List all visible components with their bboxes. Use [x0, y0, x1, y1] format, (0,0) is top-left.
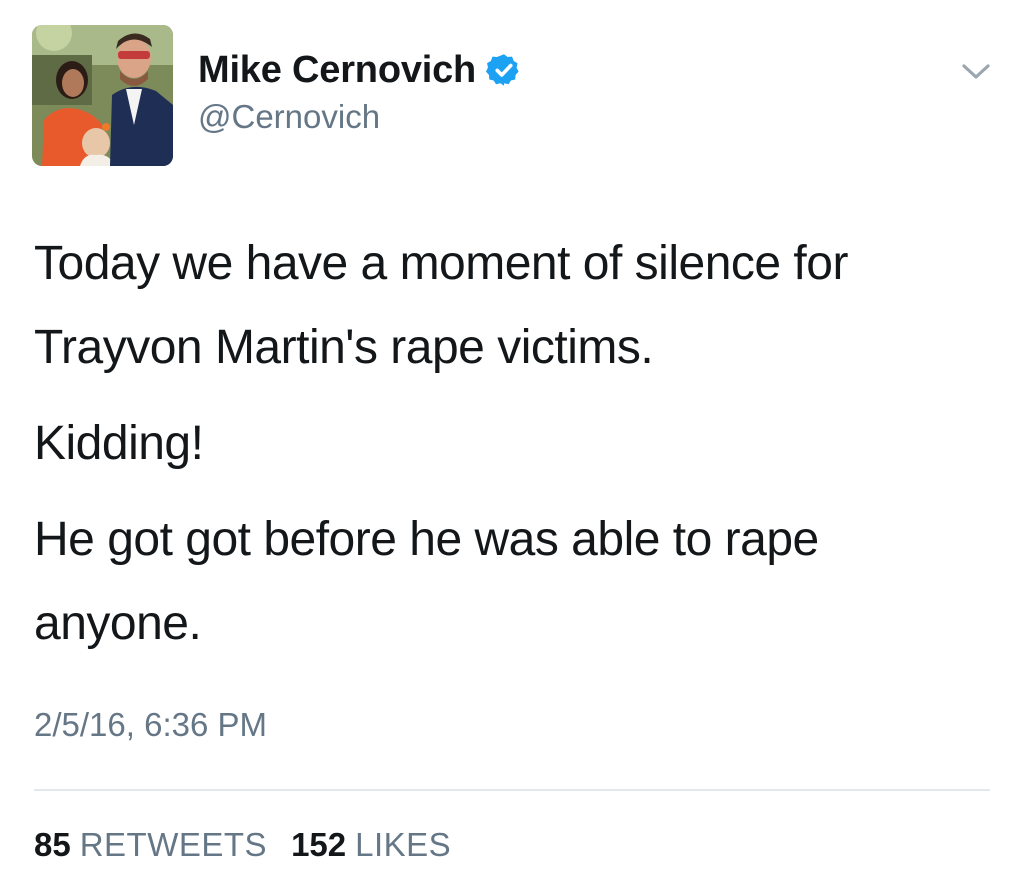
author-name-row: Mike Cernovich [198, 48, 522, 92]
tweet-stats: 85 RETWEETS 152 LIKES [34, 826, 475, 864]
verified-badge-icon [486, 54, 519, 86]
likes-count: 152 [291, 826, 347, 863]
tweet-text: Today we have a moment of silence for Tr… [34, 222, 994, 666]
retweets-count: 85 [34, 826, 71, 863]
author-handle[interactable]: @Cernovich [198, 98, 380, 136]
tweet-paragraph: Today we have a moment of silence for Tr… [34, 237, 848, 374]
tweet-paragraph: Kidding! [34, 417, 204, 470]
author-display-name[interactable]: Mike Cernovich [198, 49, 476, 92]
tweet-card: Mike Cernovich @Cernovich Today we have … [0, 0, 1024, 894]
retweets-label: RETWEETS [79, 826, 268, 863]
avatar-photo [32, 25, 173, 166]
divider [34, 789, 990, 791]
retweets-stat[interactable]: 85 RETWEETS [34, 826, 267, 864]
tweet-timestamp[interactable]: 2/5/16, 6:36 PM [34, 706, 267, 744]
likes-label: LIKES [355, 826, 452, 863]
tweet-paragraph: He got got before he was able to rape an… [34, 513, 819, 650]
likes-stat[interactable]: 152 LIKES [291, 826, 451, 864]
avatar[interactable] [32, 25, 173, 166]
chevron-down-icon[interactable] [958, 56, 994, 86]
